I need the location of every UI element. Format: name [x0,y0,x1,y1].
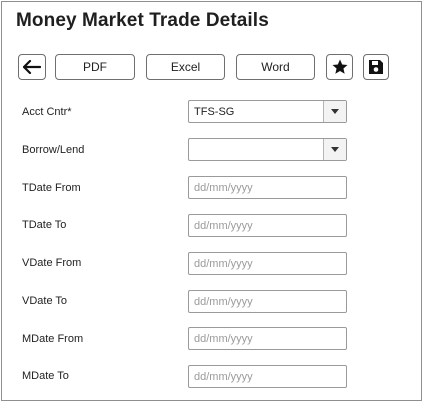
vdate-to-input[interactable]: dd/mm/yyyy [188,290,347,313]
trade-details-panel: Money Market Trade Details PDF Excel Wor… [1,1,422,401]
vdate-from-input[interactable]: dd/mm/yyyy [188,252,347,275]
pdf-button[interactable]: PDF [55,54,135,80]
excel-button[interactable]: Excel [146,54,225,80]
floppy-disk-icon [368,59,384,75]
borrow-lend-select[interactable] [188,138,347,161]
mdate-to-label: MDate To [22,370,69,382]
vdate-to-placeholder: dd/mm/yyyy [194,296,253,308]
tdate-to-placeholder: dd/mm/yyyy [194,220,253,232]
chevron-down-icon[interactable] [323,101,346,122]
tdate-to-label: TDate To [22,219,67,231]
arrow-left-icon [23,60,41,74]
word-button[interactable]: Word [236,54,315,80]
save-button[interactable] [363,54,389,80]
vdate-to-label: VDate To [22,295,68,307]
tdate-to-input[interactable]: dd/mm/yyyy [188,214,347,237]
chevron-down-icon[interactable] [323,139,346,160]
tdate-from-placeholder: dd/mm/yyyy [194,182,253,194]
mdate-from-placeholder: dd/mm/yyyy [194,333,253,345]
mdate-from-input[interactable]: dd/mm/yyyy [188,327,347,350]
mdate-to-placeholder: dd/mm/yyyy [194,371,253,383]
acct-cntr-value: TFS-SG [194,106,235,118]
vdate-from-label: VDate From [22,257,82,269]
favorite-button[interactable] [326,54,353,80]
mdate-from-label: MDate From [22,333,84,345]
page-title: Money Market Trade Details [16,10,269,31]
acct-cntr-label: Acct Cntr* [22,106,72,118]
tdate-from-label: TDate From [22,182,81,194]
borrow-lend-label: Borrow/Lend [22,144,85,156]
acct-cntr-select[interactable]: TFS-SG [188,100,347,123]
mdate-to-input[interactable]: dd/mm/yyyy [188,365,347,388]
vdate-from-placeholder: dd/mm/yyyy [194,258,253,270]
back-button[interactable] [18,54,46,80]
tdate-from-input[interactable]: dd/mm/yyyy [188,176,347,199]
star-icon [331,58,349,76]
